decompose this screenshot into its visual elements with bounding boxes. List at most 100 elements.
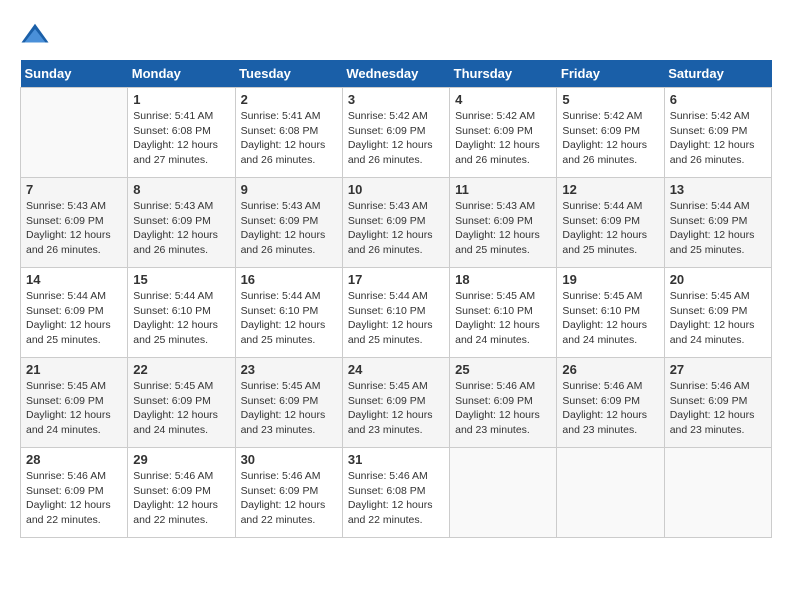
day-info: Sunrise: 5:46 AM Sunset: 6:09 PM Dayligh… bbox=[241, 469, 337, 528]
day-info: Sunrise: 5:46 AM Sunset: 6:09 PM Dayligh… bbox=[133, 469, 229, 528]
calendar-cell: 22 Sunrise: 5:45 AM Sunset: 6:09 PM Dayli… bbox=[128, 358, 235, 448]
calendar-cell: 7Sunrise: 5:43 AM Sunset: 6:09 PM Daylig… bbox=[21, 178, 128, 268]
calendar-cell: 16 Sunrise: 5:44 AM Sunset: 6:10 PM Dayli… bbox=[235, 268, 342, 358]
day-number: 22 bbox=[133, 362, 229, 377]
day-info: Sunrise: 5:42 AM Sunset: 6:09 PM Dayligh… bbox=[348, 109, 444, 168]
day-info: Sunrise: 5:45 AM Sunset: 6:09 PM Dayligh… bbox=[133, 379, 229, 438]
day-info: Sunrise: 5:45 AM Sunset: 6:09 PM Dayligh… bbox=[26, 379, 122, 438]
logo-icon bbox=[20, 20, 50, 50]
day-info: Sunrise: 5:43 AM Sunset: 6:09 PM Dayligh… bbox=[241, 199, 337, 258]
day-info: Sunrise: 5:44 AM Sunset: 6:09 PM Dayligh… bbox=[562, 199, 658, 258]
calendar-cell bbox=[21, 88, 128, 178]
calendar-cell: 30 Sunrise: 5:46 AM Sunset: 6:09 PM Dayli… bbox=[235, 448, 342, 538]
calendar-cell: 28Sunrise: 5:46 AM Sunset: 6:09 PM Dayli… bbox=[21, 448, 128, 538]
calendar-cell: 19 Sunrise: 5:45 AM Sunset: 6:10 PM Dayli… bbox=[557, 268, 664, 358]
day-number: 1 bbox=[133, 92, 229, 107]
day-info: Sunrise: 5:43 AM Sunset: 6:09 PM Dayligh… bbox=[133, 199, 229, 258]
day-number: 5 bbox=[562, 92, 658, 107]
day-number: 14 bbox=[26, 272, 122, 287]
calendar-cell: 14 Sunrise: 5:44 AM Sunset: 6:09 PM Dayli… bbox=[21, 268, 128, 358]
calendar-header-tuesday: Tuesday bbox=[235, 60, 342, 88]
calendar-cell: 8 Sunrise: 5:43 AM Sunset: 6:09 PM Daylig… bbox=[128, 178, 235, 268]
day-number: 24 bbox=[348, 362, 444, 377]
calendar-header-friday: Friday bbox=[557, 60, 664, 88]
calendar-cell: 3Sunrise: 5:42 AM Sunset: 6:09 PM Daylig… bbox=[342, 88, 449, 178]
calendar-header-row: SundayMondayTuesdayWednesdayThursdayFrid… bbox=[21, 60, 772, 88]
day-info: Sunrise: 5:44 AM Sunset: 6:09 PM Dayligh… bbox=[670, 199, 766, 258]
calendar-header-monday: Monday bbox=[128, 60, 235, 88]
calendar-cell: 17 Sunrise: 5:44 AM Sunset: 6:10 PM Dayli… bbox=[342, 268, 449, 358]
day-info: Sunrise: 5:42 AM Sunset: 6:09 PM Dayligh… bbox=[455, 109, 551, 168]
calendar-cell: 24 Sunrise: 5:45 AM Sunset: 6:09 PM Dayli… bbox=[342, 358, 449, 448]
day-info: Sunrise: 5:46 AM Sunset: 6:09 PM Dayligh… bbox=[455, 379, 551, 438]
day-number: 4 bbox=[455, 92, 551, 107]
calendar-cell: 5 Sunrise: 5:42 AM Sunset: 6:09 PM Daylig… bbox=[557, 88, 664, 178]
day-number: 28 bbox=[26, 452, 122, 467]
day-number: 9 bbox=[241, 182, 337, 197]
day-number: 8 bbox=[133, 182, 229, 197]
page-header bbox=[20, 20, 772, 50]
day-info: Sunrise: 5:44 AM Sunset: 6:10 PM Dayligh… bbox=[241, 289, 337, 348]
day-number: 31 bbox=[348, 452, 444, 467]
day-number: 25 bbox=[455, 362, 551, 377]
day-number: 12 bbox=[562, 182, 658, 197]
calendar-cell: 12 Sunrise: 5:44 AM Sunset: 6:09 PM Dayli… bbox=[557, 178, 664, 268]
day-info: Sunrise: 5:44 AM Sunset: 6:10 PM Dayligh… bbox=[133, 289, 229, 348]
calendar-cell: 21 Sunrise: 5:45 AM Sunset: 6:09 PM Dayli… bbox=[21, 358, 128, 448]
day-number: 6 bbox=[670, 92, 766, 107]
calendar-cell: 9 Sunrise: 5:43 AM Sunset: 6:09 PM Daylig… bbox=[235, 178, 342, 268]
calendar-header-wednesday: Wednesday bbox=[342, 60, 449, 88]
day-info: Sunrise: 5:45 AM Sunset: 6:09 PM Dayligh… bbox=[348, 379, 444, 438]
day-number: 7 bbox=[26, 182, 122, 197]
calendar-cell: 29 Sunrise: 5:46 AM Sunset: 6:09 PM Dayli… bbox=[128, 448, 235, 538]
day-info: Sunrise: 5:43 AM Sunset: 6:09 PM Dayligh… bbox=[455, 199, 551, 258]
day-number: 23 bbox=[241, 362, 337, 377]
calendar-cell: 2 Sunrise: 5:41 AM Sunset: 6:08 PM Daylig… bbox=[235, 88, 342, 178]
calendar-cell: 1 Sunrise: 5:41 AM Sunset: 6:08 PM Daylig… bbox=[128, 88, 235, 178]
calendar-cell: 20 Sunrise: 5:45 AM Sunset: 6:09 PM Dayli… bbox=[664, 268, 771, 358]
week-row-4: 21 Sunrise: 5:45 AM Sunset: 6:09 PM Dayli… bbox=[21, 358, 772, 448]
day-info: Sunrise: 5:42 AM Sunset: 6:09 PM Dayligh… bbox=[562, 109, 658, 168]
day-number: 17 bbox=[348, 272, 444, 287]
day-number: 30 bbox=[241, 452, 337, 467]
day-info: Sunrise: 5:46 AM Sunset: 6:08 PM Dayligh… bbox=[348, 469, 444, 528]
day-info: Sunrise: 5:41 AM Sunset: 6:08 PM Dayligh… bbox=[133, 109, 229, 168]
calendar-header-saturday: Saturday bbox=[664, 60, 771, 88]
day-number: 13 bbox=[670, 182, 766, 197]
calendar-cell: 15 Sunrise: 5:44 AM Sunset: 6:10 PM Dayli… bbox=[128, 268, 235, 358]
calendar-cell: 6 Sunrise: 5:42 AM Sunset: 6:09 PM Daylig… bbox=[664, 88, 771, 178]
day-info: Sunrise: 5:44 AM Sunset: 6:10 PM Dayligh… bbox=[348, 289, 444, 348]
day-number: 10 bbox=[348, 182, 444, 197]
day-number: 11 bbox=[455, 182, 551, 197]
calendar-cell: 31 Sunrise: 5:46 AM Sunset: 6:08 PM Dayli… bbox=[342, 448, 449, 538]
calendar-cell bbox=[664, 448, 771, 538]
day-number: 18 bbox=[455, 272, 551, 287]
day-number: 20 bbox=[670, 272, 766, 287]
day-number: 2 bbox=[241, 92, 337, 107]
day-info: Sunrise: 5:43 AM Sunset: 6:09 PM Dayligh… bbox=[348, 199, 444, 258]
day-number: 15 bbox=[133, 272, 229, 287]
week-row-2: 7 Sunrise: 5:43 AM Sunset: 6:09 PM Daylig… bbox=[21, 178, 772, 268]
day-info: Sunrise: 5:45 AM Sunset: 6:10 PM Dayligh… bbox=[455, 289, 551, 348]
day-number: 26 bbox=[562, 362, 658, 377]
day-info: Sunrise: 5:41 AM Sunset: 6:08 PM Dayligh… bbox=[241, 109, 337, 168]
day-info: Sunrise: 5:42 AM Sunset: 6:09 PM Dayligh… bbox=[670, 109, 766, 168]
day-info: Sunrise: 5:44 AM Sunset: 6:09 PM Dayligh… bbox=[26, 289, 122, 348]
day-number: 19 bbox=[562, 272, 658, 287]
day-number: 16 bbox=[241, 272, 337, 287]
day-number: 21 bbox=[26, 362, 122, 377]
calendar-cell: 27Sunrise: 5:46 AM Sunset: 6:09 PM Dayli… bbox=[664, 358, 771, 448]
calendar-header-thursday: Thursday bbox=[450, 60, 557, 88]
day-info: Sunrise: 5:46 AM Sunset: 6:09 PM Dayligh… bbox=[562, 379, 658, 438]
day-number: 29 bbox=[133, 452, 229, 467]
day-number: 27 bbox=[670, 362, 766, 377]
week-row-5: 28 Sunrise: 5:46 AM Sunset: 6:09 PM Dayli… bbox=[21, 448, 772, 538]
week-row-1: 1 Sunrise: 5:41 AM Sunset: 6:08 PM Daylig… bbox=[21, 88, 772, 178]
calendar-cell: 23 Sunrise: 5:45 AM Sunset: 6:09 PM Dayli… bbox=[235, 358, 342, 448]
calendar-cell: 11 Sunrise: 5:43 AM Sunset: 6:09 PM Dayli… bbox=[450, 178, 557, 268]
calendar-cell: 25 Sunrise: 5:46 AM Sunset: 6:09 PM Dayli… bbox=[450, 358, 557, 448]
day-info: Sunrise: 5:45 AM Sunset: 6:10 PM Dayligh… bbox=[562, 289, 658, 348]
calendar-cell bbox=[450, 448, 557, 538]
day-info: Sunrise: 5:45 AM Sunset: 6:09 PM Dayligh… bbox=[241, 379, 337, 438]
day-info: Sunrise: 5:45 AM Sunset: 6:09 PM Dayligh… bbox=[670, 289, 766, 348]
